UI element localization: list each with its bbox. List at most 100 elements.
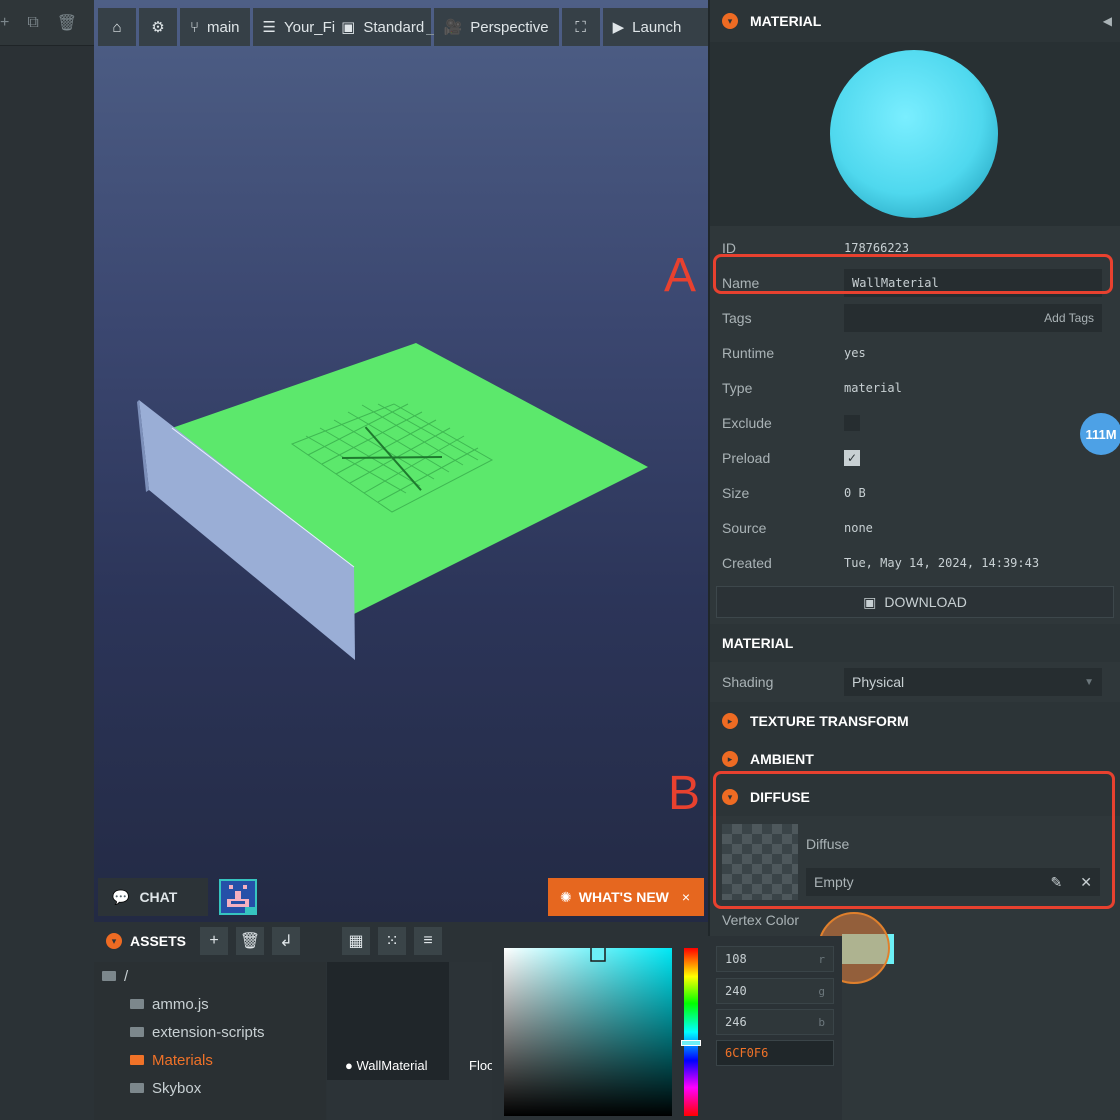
lightbulb-icon: ✺ [560,888,572,905]
add-tags-button[interactable]: Add Tags [1044,311,1094,325]
vertex-color-row: Vertex Color [710,908,1120,932]
avatar[interactable] [219,879,257,915]
size-label: Size [722,484,750,501]
shading-select[interactable]: Physical ▼ [844,668,1102,696]
add-asset-button[interactable]: + [200,927,229,955]
tree-item-label: / [124,967,129,985]
delete-icon[interactable]: 🗑 [57,13,77,33]
chat-button[interactable]: 💬 CHAT [98,878,208,916]
home-button[interactable]: ⌂ [98,8,136,46]
home-icon: ⌂ [112,18,122,36]
type-row: Type material [710,370,1120,405]
hierarchy-toolbar: + ⧉ 🗑 [0,0,94,46]
camera-selector[interactable]: 🎥 Perspective [433,8,559,46]
folder-icon [102,971,116,981]
cube-icon: ▣ [341,19,356,36]
asset-card-wallmaterial[interactable]: ● WallMaterial [327,962,449,1080]
fullscreen-button[interactable]: ⛶ [561,8,600,46]
back-button[interactable]: ↲ [272,927,301,955]
size-value: 0 B [844,485,866,500]
section-title: MATERIAL [722,635,794,651]
exclude-checkbox[interactable] [844,414,860,431]
annotation-box-b [713,771,1115,909]
tree-item-root[interactable]: / [94,962,326,990]
folder-icon [130,999,144,1009]
runtime-label: Runtime [722,344,775,361]
preload-checkbox[interactable]: ✓ [844,449,860,466]
tree-item-label: Skybox [152,1079,202,1097]
add-entity-icon[interactable]: + [0,14,9,32]
section-title: TEXTURE TRANSFORM [750,713,909,729]
assets-title: ASSETS [130,933,187,949]
chevron-down-icon: ▼ [1084,676,1094,688]
tree-item-label: Materials [152,1051,213,1069]
whats-new-button[interactable]: ✺ WHAT'S NEW × [548,878,704,916]
tree-item-skybox[interactable]: Skybox [94,1074,326,1102]
launch-label: Launch [632,18,682,36]
asset-card-label: ● WallMaterial [345,1058,428,1073]
whats-new-label: WHAT'S NEW [578,889,669,905]
hex-input[interactable]: 6CF0F6 [716,1040,834,1066]
created-label: Created [722,554,772,571]
small-grid-view-button[interactable]: ⁙ [378,927,407,955]
id-value: 178766223 [844,240,910,255]
tree-item-materials[interactable]: Materials [94,1046,326,1074]
hierarchy-panel: + ⧉ 🗑 [0,0,94,920]
duplicate-icon[interactable]: ⧉ [27,14,38,32]
expand-icon: ▸ [722,751,738,767]
blue-channel-label: b [818,1015,825,1029]
source-row: Source none [710,510,1120,545]
green-input[interactable]: 240 g [716,978,834,1004]
material-asset-header[interactable]: ▾ MATERIAL ◀ [710,0,1120,42]
download-button[interactable]: ▣ DOWNLOAD [716,586,1114,618]
red-input[interactable]: 108 r [716,946,834,972]
delete-asset-button[interactable]: 🗑 [236,927,265,955]
exclude-row: Exclude [710,405,1120,440]
tags-input[interactable]: Add Tags [844,303,1102,332]
render-mode-label: Standard [363,18,425,36]
vram-badge[interactable]: 111M [1080,413,1120,455]
branch-icon: ⑂ [190,18,200,36]
saturation-value-area[interactable] [504,948,672,1116]
green-value: 240 [725,984,747,998]
hue-slider[interactable] [681,948,701,1116]
folder-icon [130,1027,144,1037]
annotation-label-b: B [668,767,701,820]
viewport-toolbar: ⌂ ⚙ ⑂main ☰Your_Fi▣Standard_App 🎥Perspec… [98,8,708,46]
preload-row: Preload ✓ [710,440,1120,475]
asset-card-name: WallMaterial [356,1058,428,1073]
created-row: Created Tue, May 14, 2024, 14:39:43 [710,545,1120,580]
large-grid-view-button[interactable]: ▦ [342,927,371,955]
list-view-button[interactable]: ≡ [414,927,443,955]
hue-handle[interactable] [681,1040,701,1046]
collapse-panel-icon[interactable]: ◀ [1103,14,1112,28]
size-row: Size 0 B [710,475,1120,510]
download-label: DOWNLOAD [884,594,967,610]
runtime-row: Runtime yes [710,335,1120,370]
red-channel-label: r [818,952,825,966]
play-icon: ▶ [612,19,625,36]
tree-item-extension-scripts[interactable]: extension-scripts [94,1018,326,1046]
preload-label: Preload [722,449,771,466]
chat-icon: 💬 [112,888,130,905]
tree-item-ammo[interactable]: ammo.js [94,990,326,1018]
type-value: material [844,380,902,395]
expand-icon: ⛶ [575,18,586,36]
scene-canvas[interactable] [94,0,708,922]
texture-transform-header[interactable]: ▸ TEXTURE TRANSFORM [710,702,1120,740]
close-icon[interactable]: × [682,889,690,905]
asset-card-floor[interactable]: Floo [469,1058,494,1073]
branch-button[interactable]: ⑂ main [180,8,250,46]
launch-button[interactable]: ▶ Launch [602,8,708,46]
tags-row: Tags Add Tags [710,300,1120,335]
scene-selector[interactable]: ☰Your_Fi▣Standard_App [252,8,461,46]
scene-viewport[interactable]: ⌂ ⚙ ⑂main ☰Your_Fi▣Standard_App 🎥Perspec… [94,0,708,922]
saturation-handle[interactable] [590,948,606,962]
settings-button[interactable]: ⚙ [139,8,177,46]
collapse-icon[interactable]: ▾ [106,933,122,949]
rgb-fields: 108 r 240 g 246 b 6CF0F6 [710,936,842,1120]
blue-input[interactable]: 246 b [716,1009,834,1035]
collapse-icon: ▾ [722,13,738,29]
folder-icon [130,1055,144,1065]
folder-icon [130,1083,144,1093]
